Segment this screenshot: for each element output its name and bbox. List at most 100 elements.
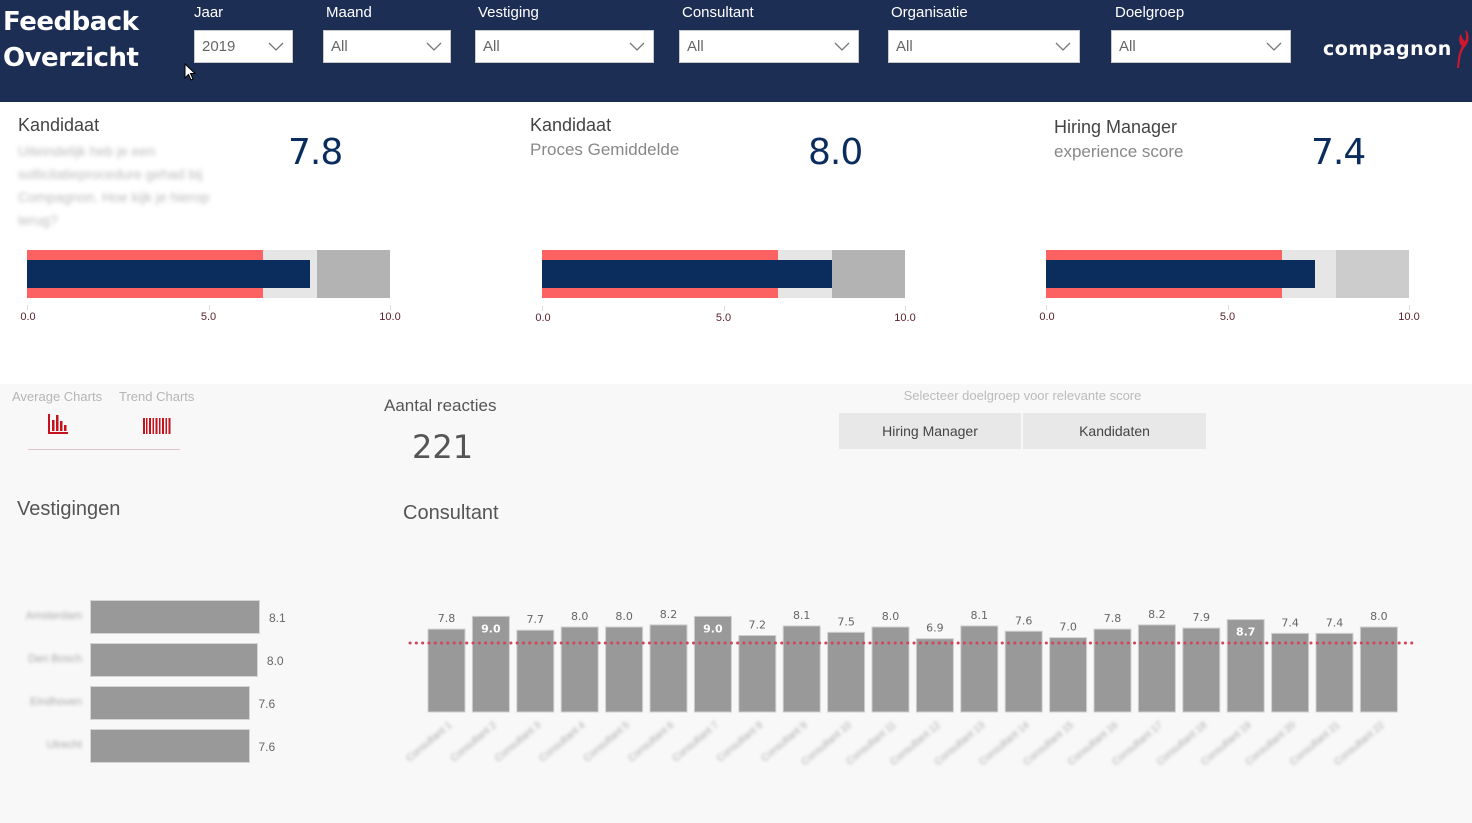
filter-doelgroep-dropdown[interactable]: All (1111, 30, 1291, 63)
bullet-band-high (317, 250, 390, 298)
filter-organisatie: Organisatie All (888, 4, 1080, 63)
kpi-title: Hiring Manager (1054, 117, 1178, 137)
consultant-value-label: 8.0 (571, 610, 589, 623)
consultant-bar[interactable] (1137, 624, 1176, 713)
bullet-axis: 0.0 5.0 10.0 (535, 306, 942, 332)
consultant-bar[interactable] (827, 631, 866, 713)
axis-tick (1227, 305, 1229, 310)
kpi-section: Kandidaat Uiteindelijk heb je een sollic… (0, 102, 1472, 384)
consultant-bar[interactable] (649, 624, 688, 713)
consultant-bar[interactable] (782, 625, 821, 713)
app-title: Feedback Overzicht (3, 4, 139, 76)
consultant-category-label: Consultant 8 (715, 720, 765, 765)
consultant-value-label: 8.7 (1236, 626, 1256, 639)
axis-tick-label: 0.0 (20, 311, 36, 323)
axis-tick (542, 306, 543, 311)
vestiging-value-label: 8.1 (269, 611, 286, 625)
consultant-value-label: 8.1 (793, 609, 811, 622)
bullet-measure (542, 260, 833, 288)
tulip-logo-icon (1456, 30, 1469, 68)
vestiging-bar[interactable] (90, 729, 250, 763)
filter-vestiging-label: Vestiging (478, 4, 539, 21)
bullet-chart (542, 250, 905, 298)
doelgroep-kandidaten-button[interactable]: Kandidaten (1023, 413, 1206, 449)
filter-jaar: Jaar 2019 (194, 4, 293, 63)
chevron-down-icon (268, 42, 284, 51)
filter-vestiging-dropdown[interactable]: All (475, 30, 654, 63)
consultant-bar[interactable] (960, 625, 999, 713)
consultant-title: Consultant (403, 502, 499, 524)
chevron-down-icon (834, 42, 850, 51)
vestiging-bar[interactable] (90, 686, 250, 720)
consultant-category-label: Consultant 2 (449, 720, 499, 765)
vestiging-value-label: 7.6 (258, 740, 276, 754)
bullet-measure (27, 260, 311, 288)
filter-organisatie-dropdown[interactable]: All (888, 30, 1080, 63)
filter-consultant: Consultant All (679, 4, 859, 63)
chevron-down-icon (629, 42, 645, 51)
consultant-category-label: Consultant 6 (626, 720, 676, 765)
kpi-title: Kandidaat (18, 115, 100, 135)
consultant-bar[interactable] (1093, 628, 1132, 713)
kpi-value: 7.4 (1311, 132, 1366, 173)
reacties-value: 221 (412, 428, 474, 466)
consultant-bar[interactable] (871, 626, 910, 713)
consultant-bar[interactable] (1004, 630, 1043, 713)
consultant-value-label: 7.7 (527, 613, 545, 626)
consultant-value-label: 7.8 (438, 612, 456, 625)
consultant-bar[interactable] (738, 635, 777, 713)
consultant-value-label: 8.1 (971, 609, 989, 622)
consultant-bar[interactable] (605, 626, 644, 713)
nav-average-charts-label[interactable]: Average Charts (12, 389, 102, 404)
logo-text: compagnon (1323, 38, 1452, 60)
consultant-bar[interactable] (1315, 632, 1354, 713)
doelgroep-hiring-manager-button[interactable]: Hiring Manager (839, 413, 1021, 449)
filter-maand-dropdown[interactable]: All (323, 30, 451, 63)
reacties-label: Aantal reacties (384, 396, 497, 415)
consultant-bar[interactable] (1049, 637, 1088, 713)
nav-trend-charts-label[interactable]: Trend Charts (119, 389, 194, 404)
vestigingen-title: Vestigingen (17, 498, 121, 520)
filter-organisatie-label: Organisatie (891, 4, 968, 21)
consultant-value-label: 8.2 (660, 608, 678, 621)
consultant-value-label: 7.9 (1193, 611, 1211, 624)
axis-tick-label: 0.0 (1039, 311, 1055, 323)
kpi-value: 8.0 (808, 132, 863, 173)
filter-doelgroep: Doelgroep All (1111, 4, 1291, 63)
consultant-value-label: 8.0 (882, 610, 900, 623)
vestiging-bar[interactable] (90, 643, 258, 677)
consultant-category-label: Consultant 5 (582, 720, 632, 765)
bullet-measure (1046, 260, 1315, 288)
consultant-value-label: 7.6 (1015, 614, 1032, 627)
consultant-bar[interactable] (1182, 627, 1221, 713)
vestiging-label: Eindhoven (30, 696, 82, 708)
chevron-down-icon (1055, 42, 1071, 51)
filter-consultant-dropdown[interactable]: All (679, 30, 859, 63)
filter-maand: Maand All (323, 4, 451, 63)
kpi-title: Kandidaat (530, 115, 612, 135)
consultant-value-label: 8.0 (1370, 610, 1388, 623)
bullet-chart (27, 250, 390, 298)
consultant-value-label: 7.4 (1326, 616, 1344, 629)
axis-tick (1046, 305, 1047, 310)
filter-jaar-dropdown[interactable]: 2019 (194, 30, 293, 63)
axis-tick (723, 306, 725, 311)
filter-vestiging: Vestiging All (475, 4, 654, 63)
consultant-bar[interactable] (915, 638, 954, 713)
consultant-bar[interactable] (427, 628, 466, 713)
consultant-category-label: Consultant 7 (671, 720, 721, 765)
bar-chart-icon[interactable] (48, 414, 70, 434)
vestiging-bar[interactable] (90, 600, 260, 634)
app-title-line2: Overzicht (3, 43, 139, 73)
consultant-value-label: 9.0 (703, 622, 723, 635)
consultant-bar[interactable] (1271, 632, 1310, 713)
consultant-value-label: 6.9 (926, 622, 944, 635)
kpi-subtitle-blurred: Uiteindelijk heb je een sollicitatieproc… (18, 143, 210, 228)
consultant-value-label: 7.5 (837, 615, 855, 628)
barcode-trend-icon[interactable] (143, 418, 172, 434)
axis-tick (27, 305, 28, 310)
axis-tick (1409, 305, 1410, 310)
vestiging-label: Den Bosch (28, 653, 82, 665)
consultant-bar[interactable] (560, 626, 599, 713)
consultant-bar[interactable] (1359, 626, 1398, 713)
